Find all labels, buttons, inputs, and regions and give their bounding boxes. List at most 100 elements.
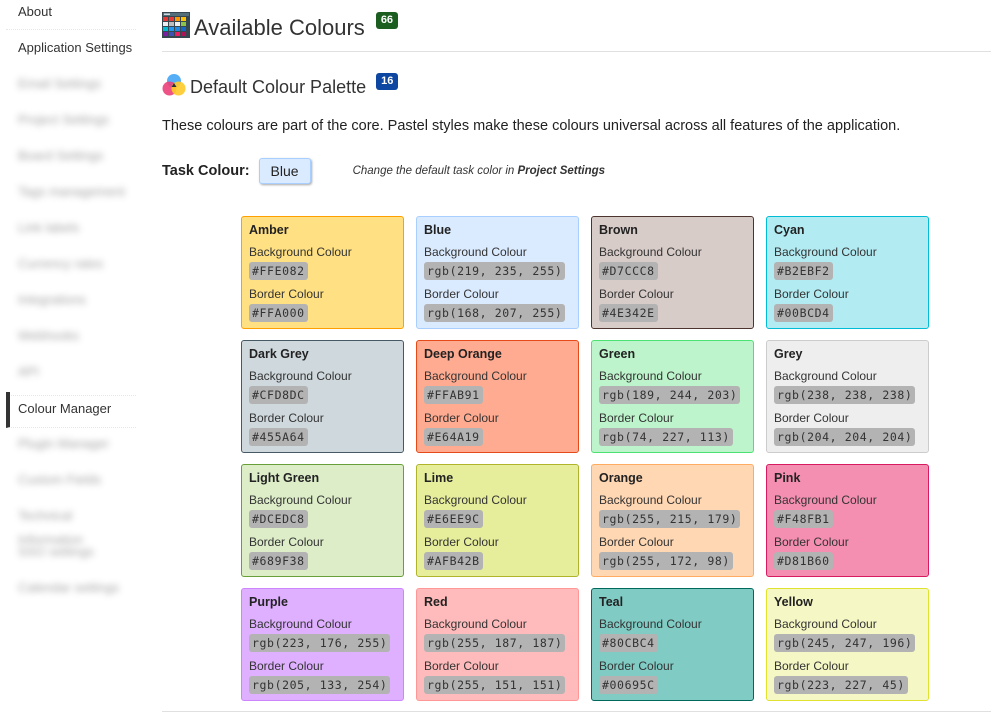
background-colour-label: Background Colour xyxy=(424,617,527,631)
colour-name: Dark Grey xyxy=(249,347,309,361)
colour-name: Purple xyxy=(249,595,288,609)
sidebar-item-project-settings[interactable]: Project Settings xyxy=(6,108,136,144)
sidebar-item-plugin-manager[interactable]: Plugin Manager xyxy=(6,432,136,468)
colour-card-dark-grey: Dark Grey Background Colour #CFD8DC Border … xyxy=(241,340,404,453)
background-colour-value-row: rgb(245, 247, 196) xyxy=(774,633,921,657)
background-colour-label: Background Colour xyxy=(249,617,352,631)
sidebar-item-application-settings[interactable]: Application Settings xyxy=(6,36,136,72)
sidebar-item-label: Board Settings xyxy=(18,148,104,163)
background-colour-value: #D7CCC8 xyxy=(599,262,658,280)
colour-name: Yellow xyxy=(774,595,813,609)
sidebar-item-api[interactable]: API xyxy=(6,360,136,396)
sidebar-item-sso-settings[interactable]: SSO settings xyxy=(6,540,136,576)
background-colour-value: rgb(223, 176, 255) xyxy=(249,634,391,652)
sidebar-item-technical-information[interactable]: Technical Information xyxy=(6,504,136,547)
border-colour-label: Border Colour xyxy=(774,659,849,673)
background-colour-value: #FFAB91 xyxy=(424,386,483,404)
task-colour-button[interactable]: Blue xyxy=(258,158,311,184)
border-colour-value: #689F38 xyxy=(249,552,308,570)
colour-card-teal: Teal Background Colour #80CBC4 Border Colou… xyxy=(591,588,754,701)
background-colour-label: Background Colour xyxy=(599,617,702,631)
header-divider xyxy=(162,51,991,52)
background-colour-value: #F48FB1 xyxy=(774,510,833,528)
colour-name: Brown xyxy=(599,223,638,237)
background-colour-value-row: #E6EE9C xyxy=(424,509,571,533)
border-colour-value: #00695C xyxy=(599,676,658,694)
sidebar-item-label: Link labels xyxy=(18,220,80,235)
border-colour-label: Border Colour xyxy=(774,287,849,301)
sidebar-item-integrations[interactable]: Integrations xyxy=(6,288,136,324)
background-colour-value-row: rgb(223, 176, 255) xyxy=(249,633,396,657)
sidebar-item-label: Application Settings xyxy=(18,40,133,55)
background-colour-label: Background Colour xyxy=(599,369,702,383)
sidebar-item-calendar-settings[interactable]: Calendar settings xyxy=(6,576,136,612)
colour-card-purple: Purple Background Colour rgb(223, 176, 255… xyxy=(241,588,404,701)
background-colour-value-row: #FFE082 xyxy=(249,261,396,285)
sidebar-item-email-settings[interactable]: Email Settings xyxy=(6,72,136,108)
border-colour-value-row: #FFA000 xyxy=(249,303,396,327)
colour-name: Blue xyxy=(424,223,452,237)
section-description: These colours are part of the core. Past… xyxy=(162,118,901,134)
background-colour-value-row: rgb(255, 215, 179) xyxy=(599,509,746,533)
background-colour-value: #CFD8DC xyxy=(249,386,308,404)
border-colour-value: rgb(204, 204, 204) xyxy=(774,428,916,446)
border-colour-value-row: #4E342E xyxy=(599,303,746,327)
sidebar-item-label: Plugin Manager xyxy=(18,436,110,451)
sidebar-item-label: Currency rates xyxy=(18,256,104,271)
colour-name: Lime xyxy=(424,471,454,485)
background-colour-label: Background Colour xyxy=(249,245,352,259)
sidebar-item-board-settings[interactable]: Board Settings xyxy=(6,144,136,180)
sidebar-item-label: Project Settings xyxy=(18,112,110,127)
sidebar-item-webhooks[interactable]: Webhooks xyxy=(6,324,136,360)
sidebar-item-custom-fields[interactable]: Custom Fields xyxy=(6,468,136,504)
border-colour-value-row: #455A64 xyxy=(249,427,396,451)
background-colour-value-row: rgb(255, 187, 187) xyxy=(424,633,571,657)
background-colour-label: Background Colour xyxy=(774,493,877,507)
border-colour-label: Border Colour xyxy=(424,659,499,673)
border-colour-value-row: rgb(205, 133, 254) xyxy=(249,675,396,699)
colour-card-light-green: Light Green Background Colour #DCEDC8 Borde… xyxy=(241,464,404,577)
task-colour-label: Task Colour: xyxy=(162,163,250,179)
sidebar-item-label: Custom Fields xyxy=(18,472,102,487)
border-colour-value-row: #689F38 xyxy=(249,551,396,575)
colour-name: Amber xyxy=(249,223,289,237)
border-colour-value-row: rgb(255, 172, 98) xyxy=(599,551,746,575)
sidebar-item-colour-manager[interactable]: Colour Manager xyxy=(6,392,136,428)
background-colour-label: Background Colour xyxy=(249,493,352,507)
task-colour-row: Task Colour: Blue Change the default tas… xyxy=(162,158,605,184)
colour-card-deep-orange: Deep Orange Background Colour #FFAB91 Borde… xyxy=(416,340,579,453)
colour-name: Red xyxy=(424,595,448,609)
colour-name: Light Green xyxy=(249,471,320,485)
page-header: Available Colours 66 xyxy=(162,12,399,43)
project-settings-link[interactable]: Project Settings xyxy=(518,165,606,177)
sidebar-item-currency-rates[interactable]: Currency rates xyxy=(6,252,136,288)
background-colour-label: Background Colour xyxy=(599,493,702,507)
background-colour-value: #DCEDC8 xyxy=(249,510,308,528)
background-colour-value: #FFE082 xyxy=(249,262,308,280)
sidebar-item-label: Email Settings xyxy=(18,76,102,91)
colour-card-blue: Blue Background Colour rgb(219, 235, 255) B… xyxy=(416,216,579,329)
sidebar-item-about[interactable]: About xyxy=(6,0,136,30)
colour-card-orange: Orange Background Colour rgb(255, 215, 179… xyxy=(591,464,754,577)
colour-card-red: Red Background Colour rgb(255, 187, 187) Bo… xyxy=(416,588,579,701)
sidebar-item-tags-management[interactable]: Tags management xyxy=(6,180,136,216)
background-colour-label: Background Colour xyxy=(424,245,527,259)
border-colour-label: Border Colour xyxy=(599,287,674,301)
sidebar-item-label: SSO settings xyxy=(18,544,94,559)
border-colour-value: #D81B60 xyxy=(774,552,833,570)
sidebar-item-link-labels[interactable]: Link labels xyxy=(6,216,136,252)
background-colour-value-row: #F48FB1 xyxy=(774,509,921,533)
background-colour-label: Background Colour xyxy=(424,369,527,383)
colour-card-cyan: Cyan Background Colour #B2EBF2 Border Colou… xyxy=(766,216,929,329)
background-colour-value-row: #DCEDC8 xyxy=(249,509,396,533)
background-colour-value: #80CBC4 xyxy=(599,634,658,652)
background-colour-value: rgb(255, 215, 179) xyxy=(599,510,741,528)
border-colour-label: Border Colour xyxy=(249,659,324,673)
background-colour-value-row: #CFD8DC xyxy=(249,385,396,409)
border-colour-label: Border Colour xyxy=(599,535,674,549)
palette-circles-icon xyxy=(162,73,186,102)
colour-name: Grey xyxy=(774,347,803,361)
background-colour-label: Background Colour xyxy=(774,617,877,631)
border-colour-label: Border Colour xyxy=(599,411,674,425)
colour-card-amber: Amber Background Colour #FFE082 Border Colo… xyxy=(241,216,404,329)
